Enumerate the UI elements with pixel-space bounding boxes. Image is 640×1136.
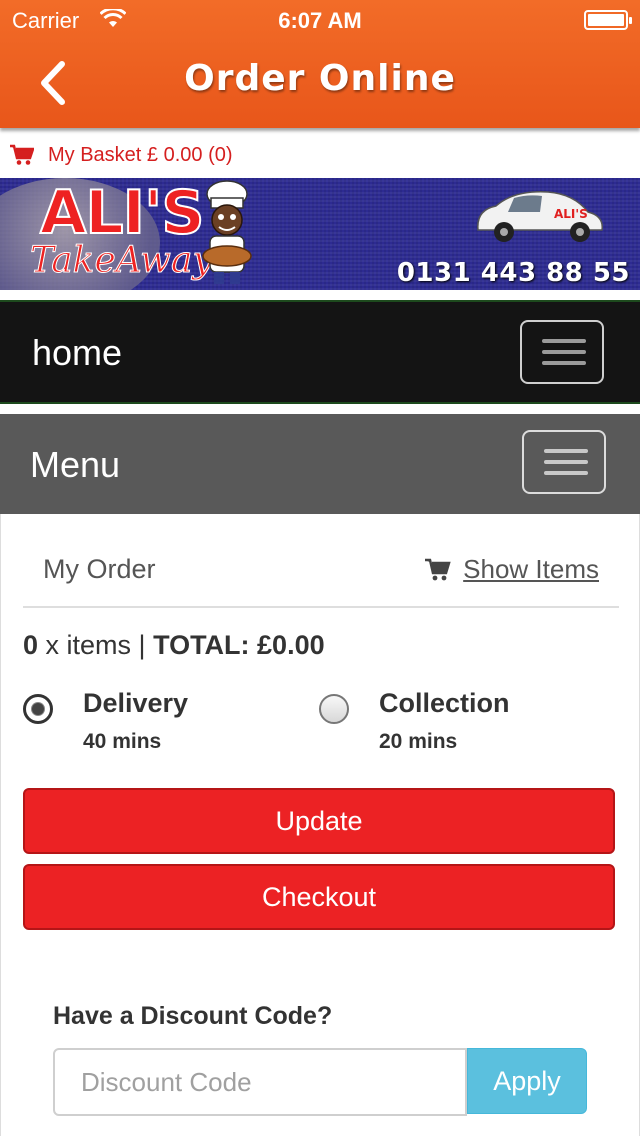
- cart-icon: [425, 558, 451, 580]
- clock: 6:07 AM: [278, 8, 362, 33]
- order-panel: My Order Show Items 0 x items | TOTAL: £…: [0, 514, 640, 1136]
- phone-number[interactable]: 0131 443 88 55: [397, 258, 630, 288]
- brand-logo-sub: TakeAway: [30, 240, 214, 282]
- menu-label[interactable]: Menu: [30, 444, 120, 486]
- delivery-radio[interactable]: [23, 694, 53, 724]
- chef-mascot-icon: [202, 180, 252, 284]
- checkout-button[interactable]: Checkout: [23, 864, 615, 930]
- order-summary: 0 x items | TOTAL: £0.00: [23, 630, 325, 661]
- car-brand-text: ALI'S: [554, 207, 588, 221]
- apply-button[interactable]: Apply: [467, 1048, 587, 1114]
- restaurant-banner: ALI'S TakeAway ALI'S 0131 443 88 55: [0, 178, 640, 290]
- collection-label: Collection: [379, 688, 510, 718]
- basket-label: My Basket £ 0.00 (0): [48, 143, 233, 166]
- battery-icon: [584, 10, 632, 30]
- show-items-label: Show Items: [463, 554, 599, 584]
- order-total: TOTAL: £0.00: [153, 630, 325, 660]
- home-link[interactable]: home: [32, 332, 122, 374]
- collection-radio[interactable]: [319, 694, 349, 724]
- show-items-link[interactable]: Show Items: [425, 554, 599, 585]
- items-text: x items |: [38, 630, 154, 660]
- collection-time: 20 mins: [379, 730, 458, 753]
- discount-code-input[interactable]: [53, 1048, 467, 1116]
- nav-bar: Carrier 6:07 AM Order Online: [0, 0, 640, 128]
- menu-navbar: Menu: [0, 414, 640, 514]
- delivery-label: Delivery: [83, 688, 189, 718]
- delivery-car-icon: ALI'S: [477, 191, 603, 242]
- cart-icon: [10, 144, 34, 165]
- basket-link[interactable]: My Basket £ 0.00 (0): [10, 140, 233, 170]
- brand-logo: ALI'S: [39, 178, 206, 249]
- page-title: Order Online: [184, 58, 456, 99]
- delivery-time: 40 mins: [83, 730, 162, 753]
- order-header: My Order Show Items: [23, 514, 619, 608]
- home-menu-toggle[interactable]: [520, 320, 604, 384]
- update-button[interactable]: Update: [23, 788, 615, 854]
- item-count: 0: [23, 630, 39, 660]
- home-navbar: home: [0, 300, 640, 404]
- status-bar: Carrier 6:07 AM: [0, 0, 640, 40]
- menu-toggle[interactable]: [522, 430, 606, 494]
- order-title: My Order: [43, 554, 156, 584]
- discount-title: Have a Discount Code?: [53, 1002, 333, 1030]
